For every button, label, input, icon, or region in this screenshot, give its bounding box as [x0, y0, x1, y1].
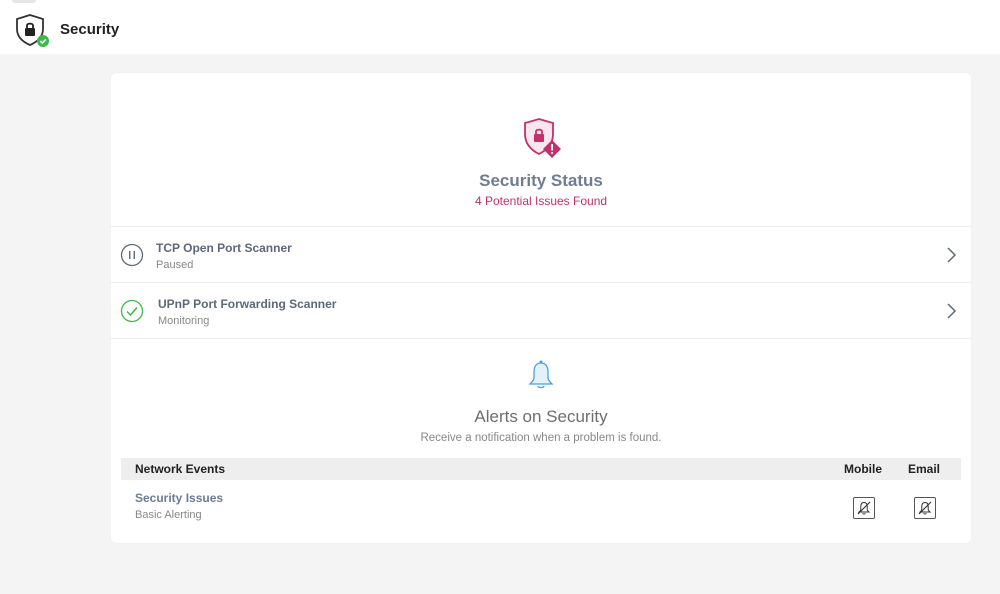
alerts-section: Alerts on Security Receive a notificatio… [111, 340, 971, 543]
tcp-port-scanner-row[interactable]: TCP Open Port Scanner Paused [111, 227, 971, 283]
event-alert-level: Basic Alerting [135, 509, 202, 521]
scanner-name: UPnP Port Forwarding Scanner [158, 297, 337, 311]
upnp-port-scanner-row[interactable]: UPnP Port Forwarding Scanner Monitoring [111, 283, 971, 339]
alerts-title: Alerts on Security [474, 407, 608, 426]
alerts-description: Receive a notification when a problem is… [420, 432, 662, 444]
email-alert-toggle[interactable] [914, 497, 936, 519]
bell-off-icon [918, 501, 932, 515]
security-card: Security Status 4 Potential Issues Found… [111, 73, 971, 543]
scanner-name: TCP Open Port Scanner [156, 241, 292, 255]
check-circle-icon [37, 35, 49, 47]
table-row: Security Issues Basic Alerting [121, 482, 961, 530]
shield-warning-icon [524, 118, 561, 158]
bell-off-icon [857, 501, 871, 515]
check-circle-icon [120, 299, 144, 323]
column-email: Email [908, 462, 941, 476]
header-tab-indicator [12, 0, 36, 3]
security-status-section: Security Status 4 Potential Issues Found [111, 73, 971, 227]
scanner-state: Monitoring [158, 315, 210, 327]
scanner-state: Paused [156, 259, 194, 271]
chevron-right-icon[interactable] [945, 302, 957, 320]
shield-lock-icon [16, 14, 49, 47]
mobile-alert-toggle[interactable] [853, 497, 875, 519]
security-status-title: Security Status [479, 171, 603, 190]
column-network-events: Network Events [135, 462, 226, 476]
issues-found-label: 4 Potential Issues Found [474, 194, 608, 208]
events-table-header: Network Events Mobile Email [121, 458, 961, 480]
bell-icon [528, 360, 554, 389]
pause-circle-icon [120, 243, 144, 267]
event-name: Security Issues [135, 491, 224, 505]
chevron-right-icon[interactable] [945, 246, 957, 264]
page-header: Security [0, 0, 1000, 54]
column-mobile: Mobile [844, 462, 882, 476]
page-title: Security [60, 21, 120, 38]
